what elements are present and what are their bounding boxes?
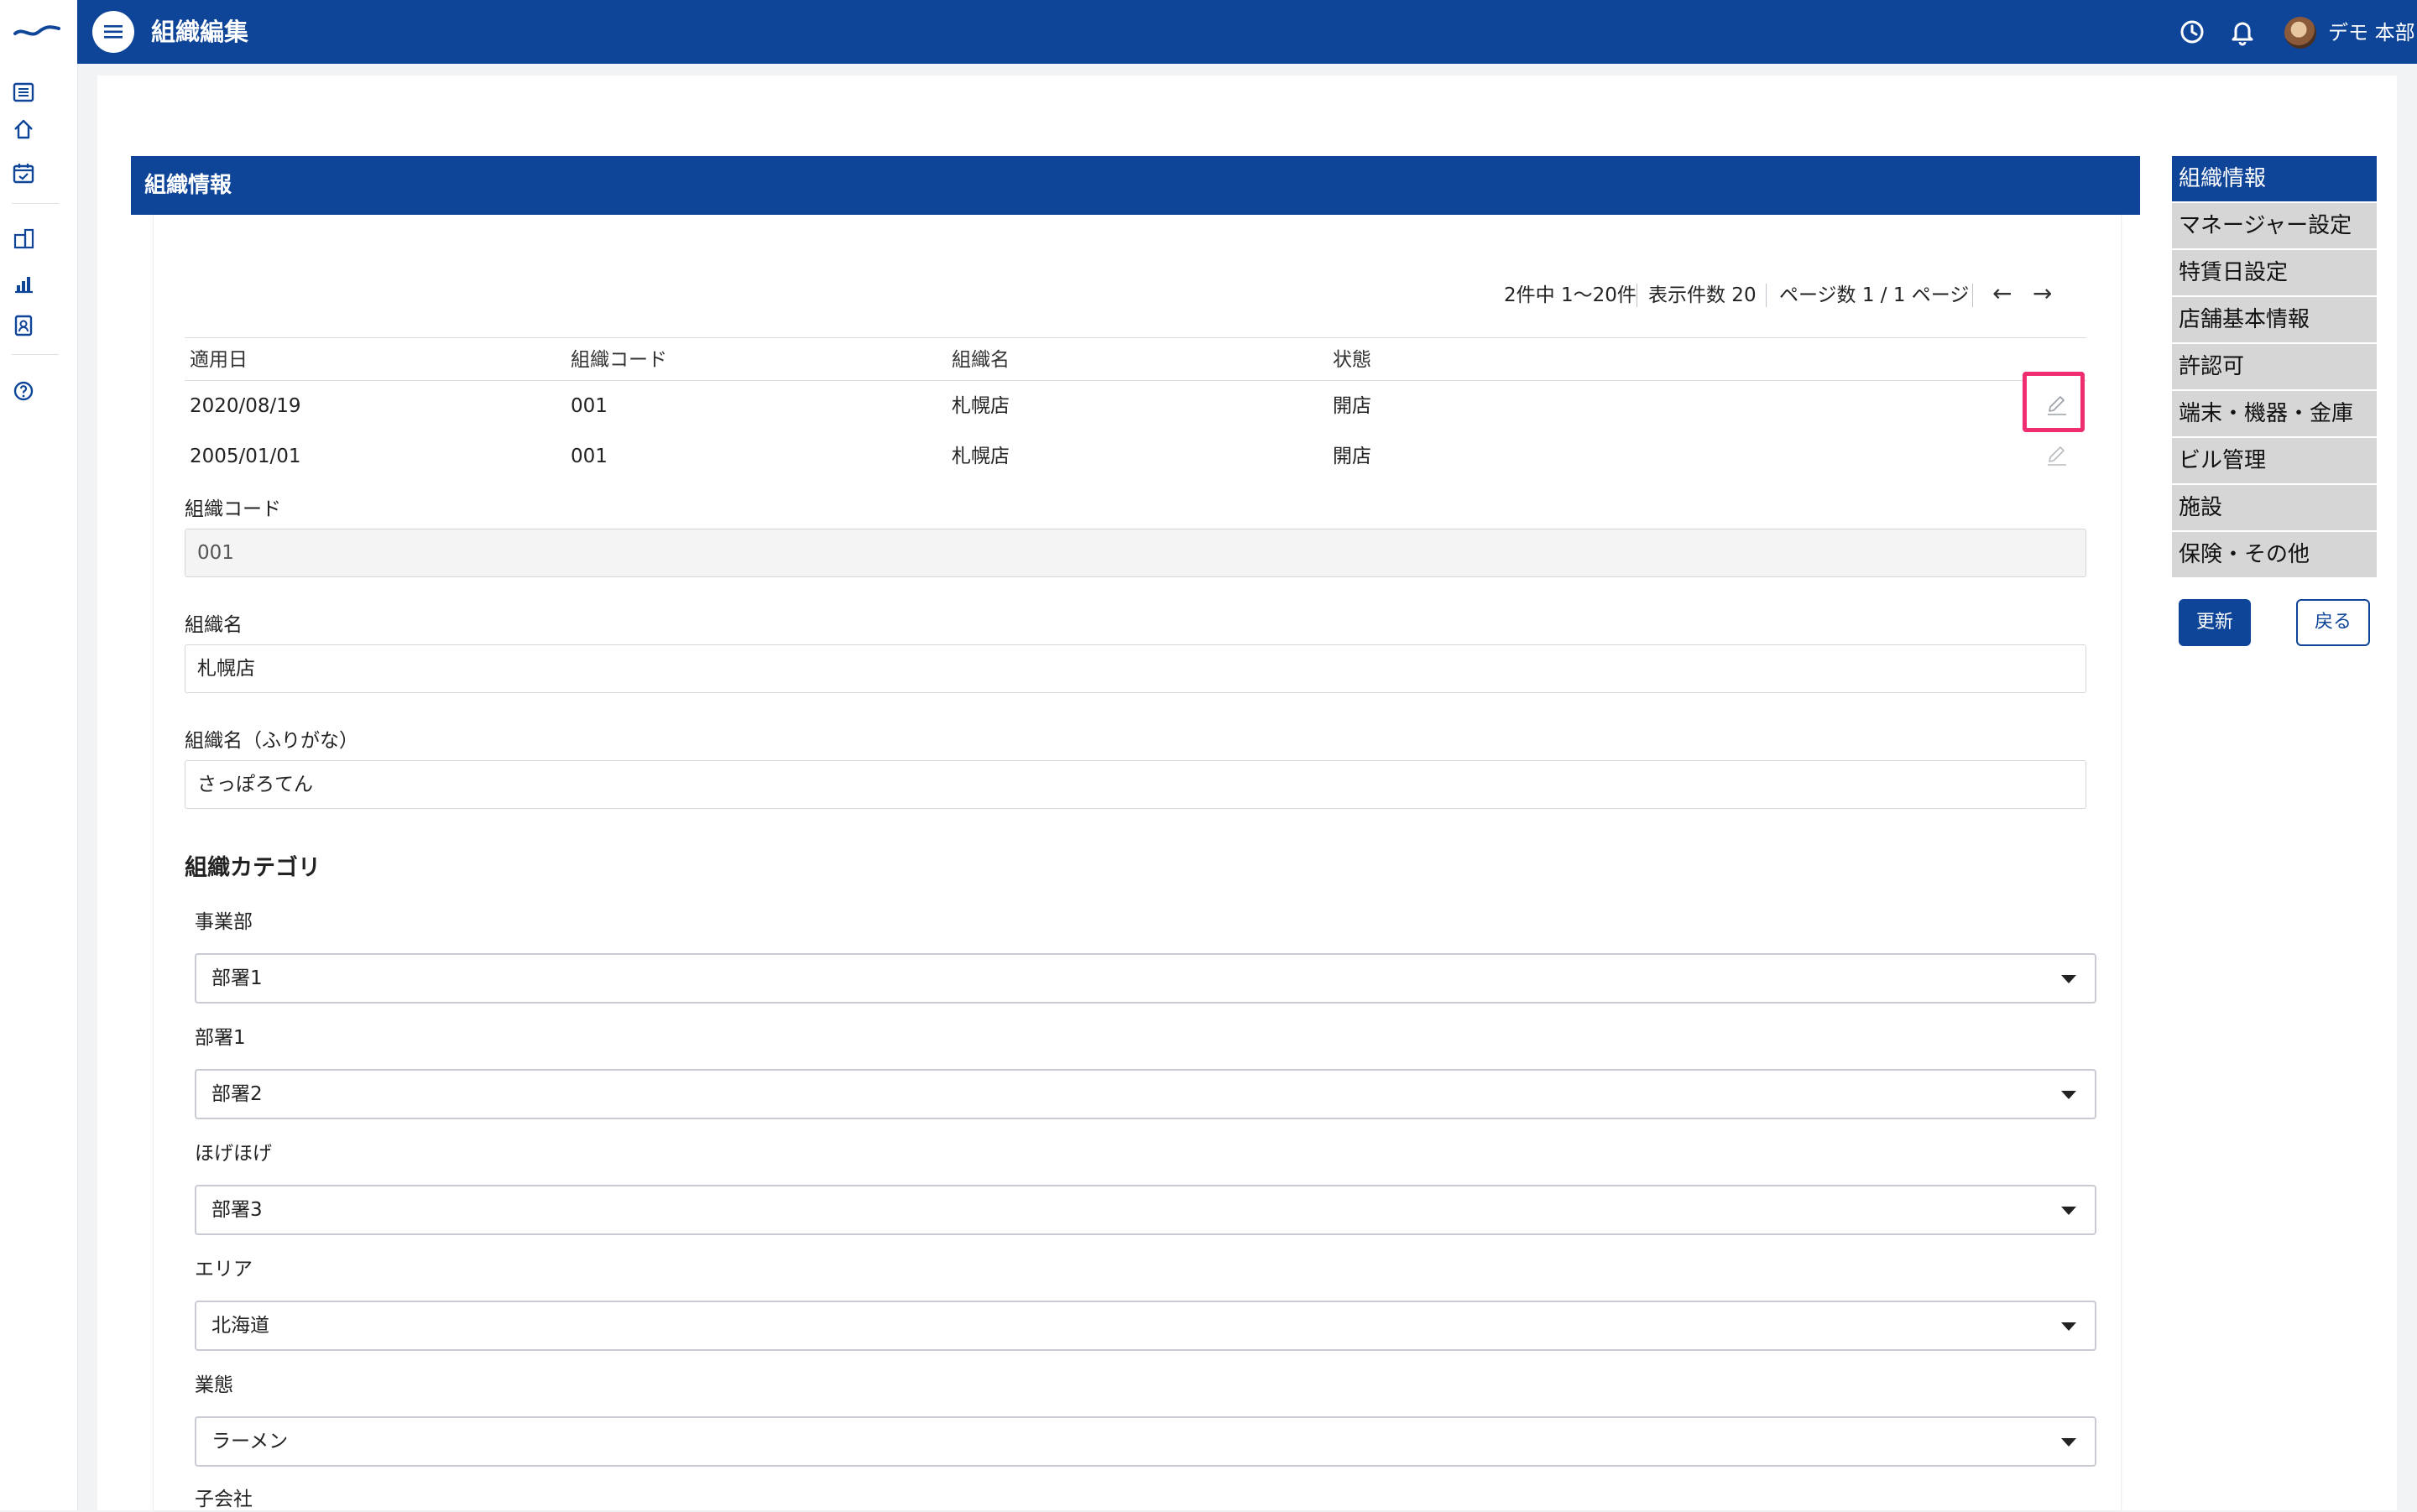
category-label-division: 事業部 xyxy=(195,911,253,933)
page-count: ページ数 1 / 1 ページ xyxy=(1779,284,1970,306)
nav-item-store-basic-info[interactable]: 店舗基本情報 xyxy=(2172,297,2377,342)
nav-item-building-management[interactable]: ビル管理 xyxy=(2172,438,2377,483)
top-bar: 組織編集 デモ 本部 xyxy=(0,0,2417,64)
page-title: 組織編集 xyxy=(151,18,249,46)
category-title: 組織カテゴリ xyxy=(185,855,321,881)
pagination-summary: 2件中 1〜20件 xyxy=(1504,284,1637,306)
user-name[interactable]: デモ 本部 xyxy=(2328,18,2415,47)
caret-down-icon xyxy=(2061,1091,2076,1099)
per-page-select[interactable]: 表示件数 20 xyxy=(1648,279,1757,312)
select-value: ラーメン xyxy=(211,1431,289,1452)
category-label-business-type: 業態 xyxy=(195,1374,233,1396)
dept1-select[interactable]: 部署2 xyxy=(195,1069,2096,1119)
help-icon[interactable] xyxy=(12,379,35,403)
caret-down-icon xyxy=(2061,1207,2076,1215)
hamburger-icon[interactable] xyxy=(92,11,134,53)
sidebar-divider xyxy=(12,354,59,355)
home-icon[interactable] xyxy=(12,117,35,141)
select-value: 部署1 xyxy=(211,967,263,989)
org-name-label: 組織名 xyxy=(185,614,243,636)
caret-down-icon xyxy=(2061,1322,2076,1331)
org-name-field[interactable]: 札幌店 xyxy=(185,644,2086,693)
calendar-check-icon[interactable] xyxy=(12,161,35,185)
category-label-area: エリア xyxy=(195,1259,253,1280)
table-cell-status: 開店 xyxy=(1333,446,1371,467)
category-label-subsidiary: 子会社 xyxy=(195,1489,253,1510)
table-cell-code: 001 xyxy=(571,395,608,417)
nav-item-org-info[interactable]: 組織情報 xyxy=(2172,156,2377,201)
column-header-date: 適用日 xyxy=(190,349,248,371)
division-select[interactable]: 部署1 xyxy=(195,953,2096,1004)
caret-down-icon xyxy=(2061,1438,2076,1447)
table-cell-date: 2005/01/01 xyxy=(190,446,301,467)
caret-down-icon xyxy=(2061,975,2076,983)
section-header: 組織情報 xyxy=(131,156,2140,215)
nav-item-devices-safes[interactable]: 端末・機器・金庫 xyxy=(2172,391,2377,436)
nav-item-permits[interactable]: 許認可 xyxy=(2172,344,2377,389)
org-code-label: 組織コード xyxy=(185,498,281,520)
table-cell-code: 001 xyxy=(571,446,608,467)
select-value: 部署2 xyxy=(211,1083,263,1105)
bar-chart-icon[interactable] xyxy=(12,272,35,295)
nav-item-facilities[interactable]: 施設 xyxy=(2172,485,2377,530)
update-button[interactable]: 更新 xyxy=(2179,599,2251,646)
pager-divider xyxy=(1766,284,1767,307)
left-sidebar xyxy=(0,64,78,1510)
org-kana-label: 組織名（ふりがな） xyxy=(185,730,358,752)
next-page-button[interactable]: → xyxy=(2033,277,2052,310)
category-label-hogehoge: ほげほげ xyxy=(195,1143,272,1165)
table-header-row: 適用日 組織コード 組織名 状態 xyxy=(185,337,2086,381)
nav-item-insurance-other[interactable]: 保険・その他 xyxy=(2172,532,2377,577)
pencil-icon[interactable] xyxy=(2044,443,2070,468)
org-kana-field[interactable]: さっぽろてん xyxy=(185,760,2086,809)
table-cell-status: 開店 xyxy=(1333,395,1371,417)
app-logo[interactable] xyxy=(0,0,77,64)
column-header-status: 状態 xyxy=(1333,349,1371,371)
table-cell-name: 札幌店 xyxy=(952,395,1010,417)
category-label-dept1: 部署1 xyxy=(195,1027,246,1049)
history-clock-icon[interactable] xyxy=(2177,17,2207,47)
list-icon[interactable] xyxy=(12,81,35,104)
sidebar-divider xyxy=(12,203,59,204)
org-code-field: 001 xyxy=(185,529,2086,577)
prev-page-button[interactable]: ← xyxy=(1992,277,2012,310)
table-cell-date: 2020/08/19 xyxy=(190,395,301,417)
back-button[interactable]: 戻る xyxy=(2296,599,2370,646)
nav-item-manager-settings[interactable]: マネージャー設定 xyxy=(2172,203,2377,248)
area-select[interactable]: 北海道 xyxy=(195,1301,2096,1351)
building-icon[interactable] xyxy=(12,227,35,250)
table-cell-name: 札幌店 xyxy=(952,446,1010,467)
column-header-code: 組織コード xyxy=(571,349,667,371)
bell-icon[interactable] xyxy=(2227,17,2258,47)
pencil-icon[interactable] xyxy=(2044,393,2070,418)
select-value: 部署3 xyxy=(211,1199,263,1221)
select-value: 北海道 xyxy=(211,1315,269,1337)
pager-divider xyxy=(1972,284,1973,307)
nav-item-special-wage-days[interactable]: 特賃日設定 xyxy=(2172,250,2377,295)
hogehoge-select[interactable]: 部署3 xyxy=(195,1185,2096,1235)
id-badge-icon[interactable] xyxy=(12,314,35,337)
avatar[interactable] xyxy=(2284,17,2316,49)
column-header-name: 組織名 xyxy=(952,349,1010,371)
business-type-select[interactable]: ラーメン xyxy=(195,1416,2096,1467)
